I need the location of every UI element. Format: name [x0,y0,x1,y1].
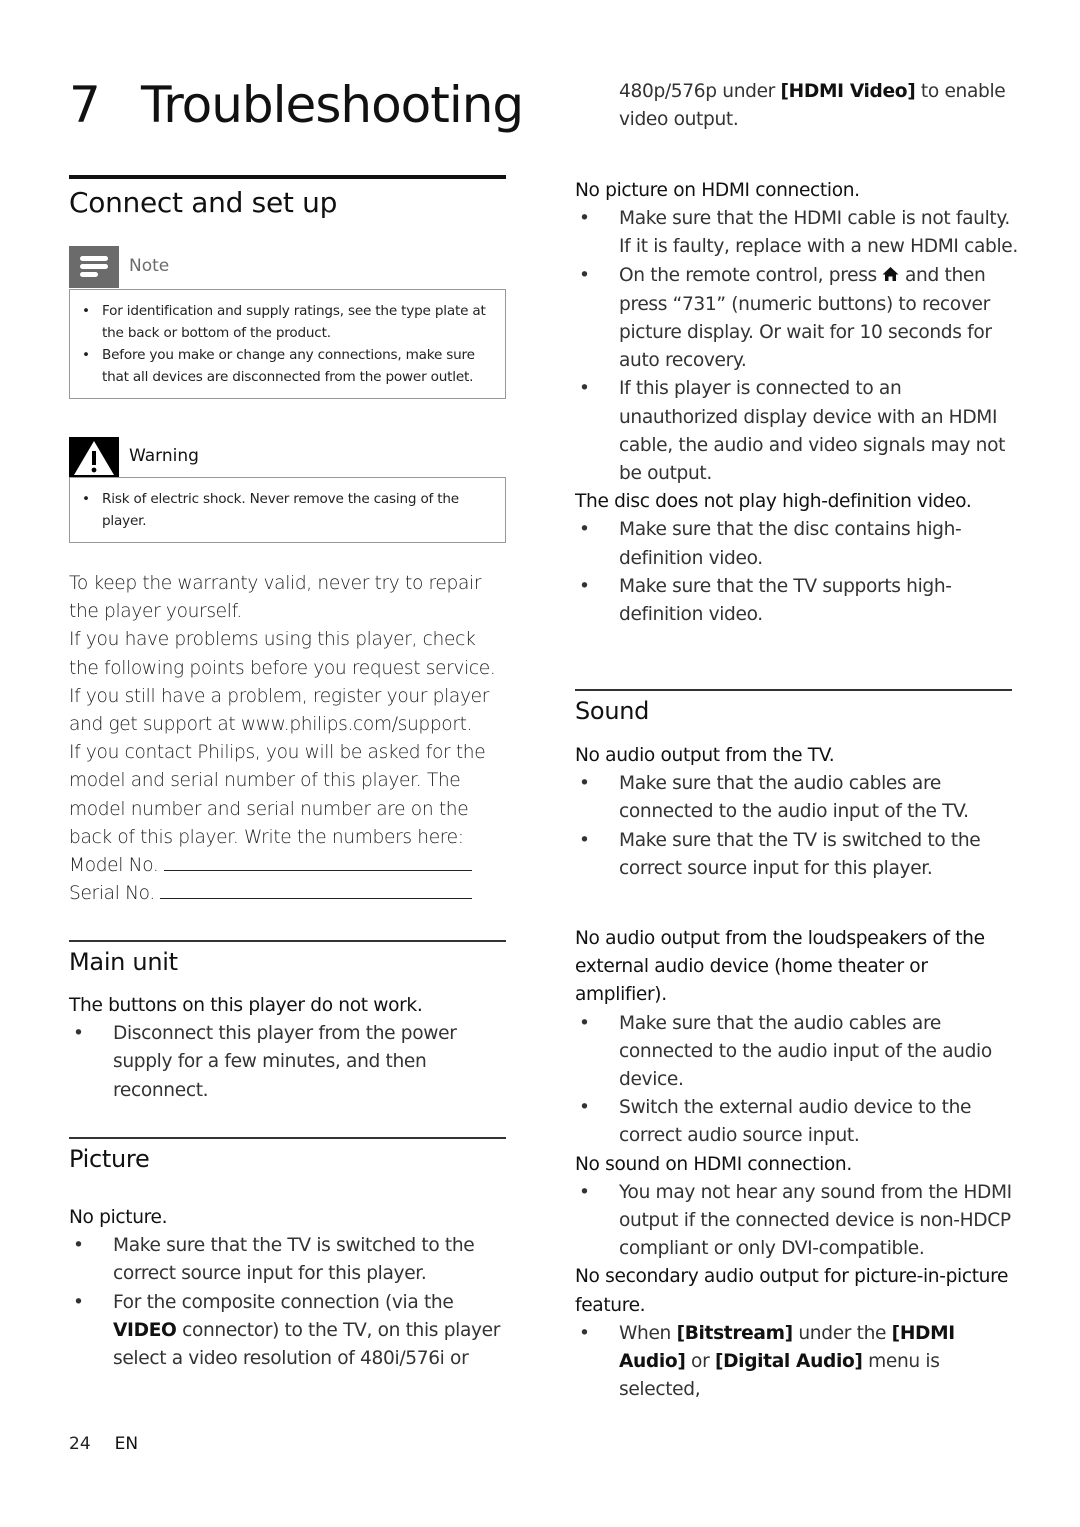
solution-item: On the remote control, press and then pr… [575,262,1020,376]
solution-text: 480p/576p under [619,81,781,102]
hdmi-picture-section: No picture on HDMI connection. Make sure… [575,177,1020,629]
solution-item: Make sure that the TV is switched to the… [575,827,1015,883]
solution-item: For the composite connection (via the VI… [69,1289,514,1374]
right-column-top: 480p/576p under [HDMI Video] to enable v… [575,78,1015,134]
solution-item: Make sure that the HDMI cable is not fau… [575,205,1020,261]
sound-tv-section: No audio output from the TV. Make sure t… [575,742,1015,883]
model-number-label: Model No. [69,855,159,877]
note-item: Before you make or change any connection… [82,344,497,388]
connector-label: VIDEO [113,1319,177,1341]
solution-text: On the remote control, press [619,264,883,286]
solution-text: For the composite connection (via the [113,1291,454,1313]
solution-item: Disconnect this player from the power su… [69,1020,509,1105]
intro-paragraph: If you contact Philips, you will be aske… [69,742,486,848]
solution-item: Switch the external audio device to the … [575,1094,1015,1150]
issue-heading: No picture on HDMI connection. [575,180,860,201]
model-number-row: Model No. [69,852,509,880]
section-title-main-unit: Main unit [69,948,178,976]
page-number: 24 [69,1434,91,1454]
section-divider [69,940,506,942]
main-unit-section: The buttons on this player do not work. … [69,992,509,1105]
home-icon [882,263,899,291]
solution-item: You may not hear any sound from the HDMI… [575,1179,1015,1264]
note-item: For identification and supply ratings, s… [82,300,497,344]
note-box: For identification and supply ratings, s… [69,289,506,399]
page-footer: 24 EN [69,1434,138,1454]
model-number-field[interactable] [164,852,473,872]
section-title-picture: Picture [69,1145,150,1173]
chapter-title-text: Troubleshooting [141,76,524,134]
warning-item: Risk of electric shock. Never remove the… [82,488,497,532]
issue-heading: No picture. [69,1207,168,1228]
solution-item: When [Bitstream] under the [HDMI Audio] … [575,1320,1015,1405]
menu-label: [HDMI Video] [780,81,916,102]
intro-paragraph: To keep the warranty valid, never try to… [69,573,482,623]
issue-heading: No audio output from the loudspeakers of… [575,928,985,1006]
warning-label: Warning [129,446,199,466]
issue-heading: No audio output from the TV. [575,745,835,766]
issue-heading: No secondary audio output for picture-in… [575,1266,1009,1316]
solution-item: Make sure that the audio cables are conn… [575,1010,1015,1095]
section-title-connect: Connect and set up [69,186,338,219]
sound-external-section: No audio output from the loudspeakers of… [575,925,1015,1404]
solution-item: Make sure that the audio cables are conn… [575,770,1015,826]
solution-text: When [619,1322,677,1344]
solution-item-continued: 480p/576p under [HDMI Video] to enable v… [575,78,1015,134]
section-title-sound: Sound [575,697,650,725]
solution-item: If this player is connected to an unauth… [575,375,1020,488]
note-label: Note [129,256,170,276]
warning-box: Risk of electric shock. Never remove the… [69,477,506,543]
picture-section: No picture. Make sure that the TV is swi… [69,1204,514,1373]
section-divider [575,689,1012,691]
solution-item: Make sure that the disc contains high-de… [575,516,1020,572]
solution-item: Make sure that the TV supports high-defi… [575,573,1020,629]
language-code: EN [114,1434,139,1454]
menu-label: [Bitstream] [676,1322,794,1344]
intro-paragraph: If you have problems using this player, … [69,629,496,736]
solution-text: or [685,1351,715,1373]
serial-number-label: Serial No. [69,883,155,905]
note-icon [69,246,119,288]
serial-number-row: Serial No. [69,880,509,908]
solution-text: under the [792,1322,892,1344]
issue-heading: No sound on HDMI connection. [575,1153,852,1175]
chapter-title: 7 Troubleshooting [69,72,524,138]
chapter-number: 7 [69,76,101,134]
intro-text: To keep the warranty valid, never try to… [69,570,509,908]
section-divider [69,1137,506,1139]
issue-heading: The buttons on this player do not work. [69,995,423,1016]
chapter-divider [69,175,506,179]
warning-triangle-icon [69,437,119,477]
issue-heading: The disc does not play high-definition v… [575,491,972,513]
serial-number-field[interactable] [160,880,473,900]
solution-item: Make sure that the TV is switched to the… [69,1232,514,1288]
menu-label: [Digital Audio] [714,1351,863,1373]
